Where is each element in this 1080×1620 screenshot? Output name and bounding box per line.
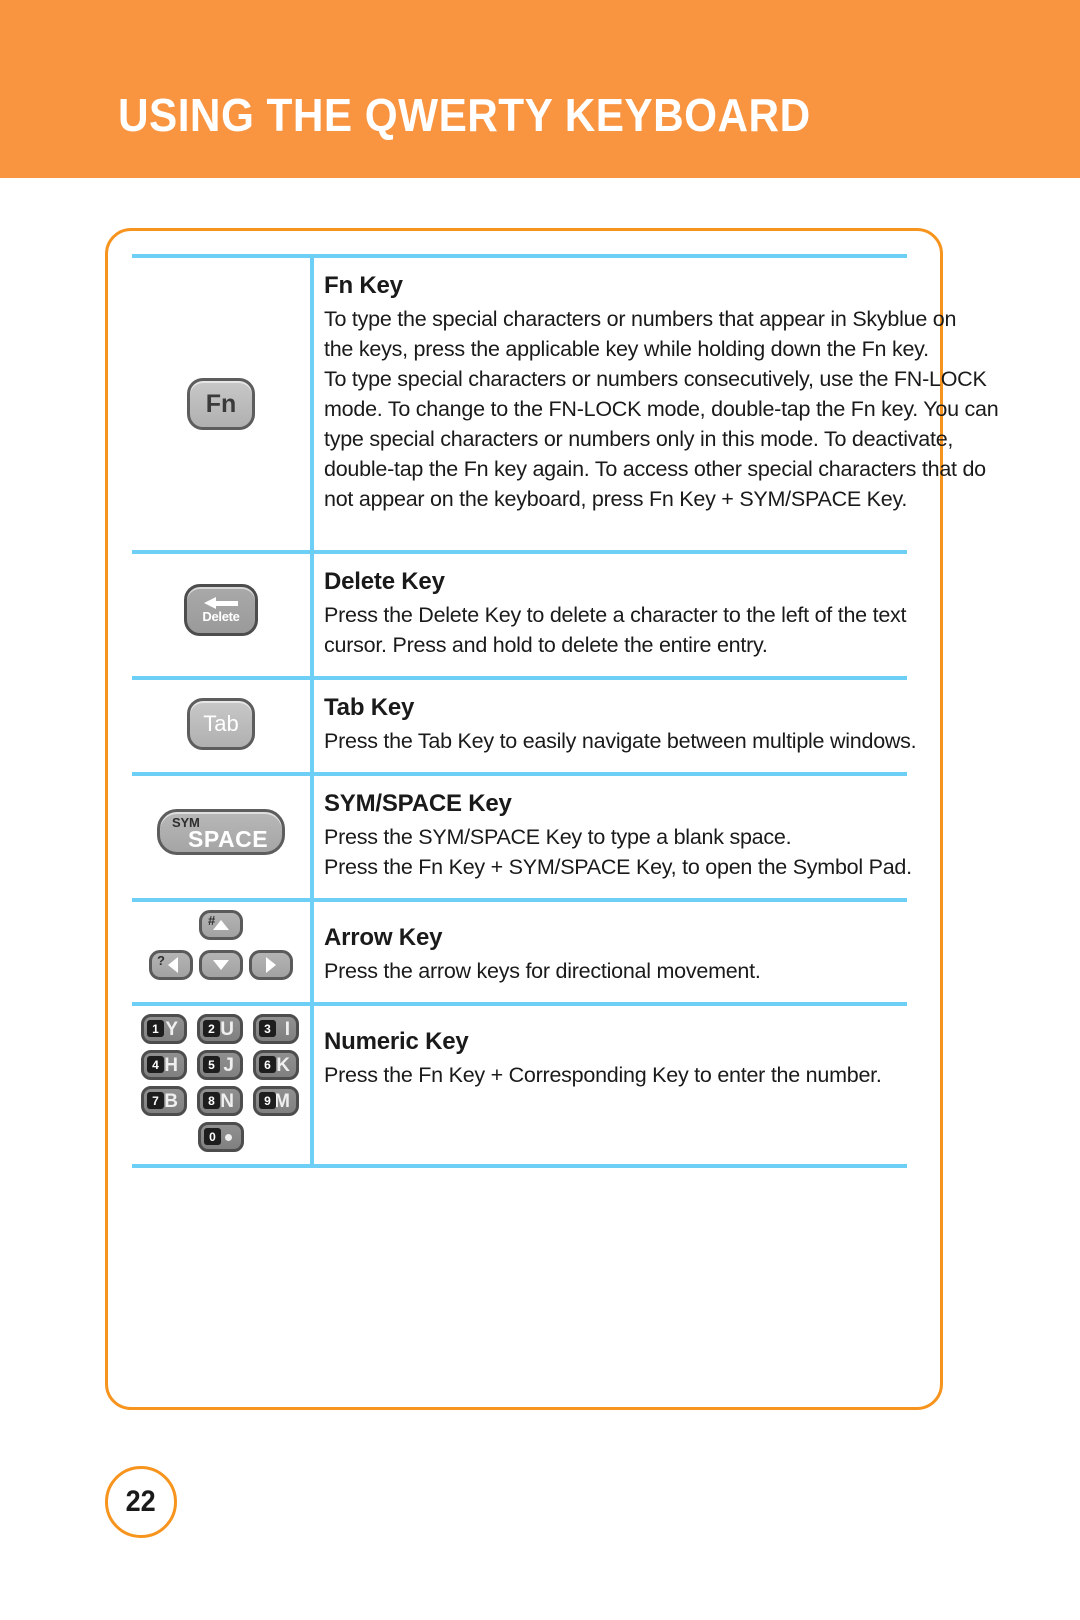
description-line: double-tap the Fn key again. To access o… [324, 457, 986, 481]
numeric-key-letter: J [223, 1054, 234, 1076]
description-line: the keys, press the applicable key while… [324, 337, 929, 361]
tab-key-icon: Tab [187, 698, 255, 750]
key-icon-cell-delete: Delete [132, 554, 310, 666]
description-line: type special characters or numbers only … [324, 427, 954, 451]
numeric-key-number: 8 [203, 1092, 220, 1109]
description-cell-numeric: Numeric Key Press the Fn Key + Correspon… [310, 1006, 907, 1106]
description-line: To type special characters or numbers co… [324, 367, 987, 391]
key-icon-cell-fn: Fn [132, 258, 310, 550]
numeric-key-number: 6 [259, 1056, 276, 1073]
page-number-value: 22 [125, 1485, 157, 1518]
numeric-key-letter: U [220, 1018, 234, 1040]
section-title-delete: Delete Key [324, 568, 445, 595]
key-icon-cell-numeric: 1 Y 2 U 3 I 4 H 5 J 6 K 7 B 8 N 9 M 0 [132, 1006, 310, 1164]
key-icon-cell-tab: Tab [132, 680, 310, 768]
arrow-right-key-icon [249, 950, 293, 980]
numeric-key: 5 J [197, 1050, 243, 1080]
space-label: SPACE [188, 826, 269, 852]
key-reference-table: Fn Fn Key To type the special characters… [132, 254, 999, 1168]
numeric-key: 7 B [141, 1086, 187, 1116]
numeric-key-letter: Y [165, 1018, 178, 1040]
triangle-left-icon [167, 957, 178, 973]
section-title-arrow: Arrow Key [324, 924, 443, 951]
table-row: Tab Tab Key Press the Tab Key to easily … [132, 676, 917, 772]
triangle-down-icon [213, 960, 229, 970]
numeric-key-number: 0 [204, 1128, 221, 1145]
numeric-key-letter: B [164, 1090, 178, 1112]
page-header-banner: USING THE QWERTY KEYBOARD [0, 0, 1080, 178]
description-line: Press the SYM/SPACE Key to type a blank … [324, 825, 792, 849]
period-dot-icon [225, 1133, 232, 1141]
numpad-row: 7 B 8 N 9 M [141, 1086, 301, 1116]
numeric-key: 9 M [253, 1086, 299, 1116]
description-line: Press the Tab Key to easily navigate bet… [324, 729, 917, 753]
numeric-key-number: 2 [203, 1020, 220, 1037]
key-icon-cell-sym-space: SYM SPACE [132, 776, 310, 888]
numeric-key-zero: 0 [198, 1122, 244, 1152]
section-title-fn: Fn Key [324, 272, 403, 299]
numeric-key-number: 4 [147, 1056, 164, 1073]
numeric-key: 2 U [197, 1014, 243, 1044]
description-cell-tab: Tab Key Press the Tab Key to easily navi… [310, 680, 917, 772]
description-line: Press the Fn Key + Corresponding Key to … [324, 1063, 882, 1087]
tab-key-label: Tab [203, 711, 239, 736]
table-row: # ? Arrow Key Press the arrow keys for d… [132, 898, 907, 1002]
numeric-key-number: 1 [147, 1020, 164, 1037]
numeric-key-letter: N [220, 1090, 234, 1112]
numeric-key: 1 Y [141, 1014, 187, 1044]
triangle-right-icon [266, 957, 276, 973]
numeric-key-letter: M [274, 1090, 290, 1112]
description-cell-fn: Fn Key To type the special characters or… [310, 258, 999, 530]
sym-space-key-icon: SYM SPACE [157, 809, 285, 855]
numpad-row: 0 [141, 1122, 301, 1152]
description-cell-delete: Delete Key Press the Delete Key to delet… [310, 554, 907, 676]
page-number-badge: 22 [105, 1466, 177, 1538]
triangle-up-icon [213, 920, 229, 930]
arrow-down-key-icon [199, 950, 243, 980]
table-row: Delete Delete Key Press the Delete Key t… [132, 550, 907, 676]
section-title-numeric: Numeric Key [324, 1028, 469, 1055]
description-line: Press the Fn Key + SYM/SPACE Key, to ope… [324, 855, 912, 879]
numeric-key: 8 N [197, 1086, 243, 1116]
key-icon-cell-arrow: # ? [132, 902, 310, 1002]
numpad-row: 1 Y 2 U 3 I [141, 1014, 301, 1044]
description-line: cursor. Press and hold to delete the ent… [324, 633, 768, 657]
question-alt-label: ? [157, 953, 165, 968]
numeric-key: 4 H [141, 1050, 187, 1080]
section-title-sym-space: SYM/SPACE Key [324, 790, 512, 817]
numeric-key: 3 I [253, 1014, 299, 1044]
numeric-key-number: 3 [259, 1020, 276, 1037]
description-cell-arrow: Arrow Key Press the arrow keys for direc… [310, 902, 907, 1002]
numeric-keypad-icon: 1 Y 2 U 3 I 4 H 5 J 6 K 7 B 8 N 9 M 0 [141, 1014, 301, 1164]
numeric-key-number: 7 [147, 1092, 164, 1109]
table-row: 1 Y 2 U 3 I 4 H 5 J 6 K 7 B 8 N 9 M 0 Nu… [132, 1002, 907, 1168]
numeric-key-letter: I [284, 1018, 290, 1040]
arrow-up-key-icon: # [199, 910, 243, 940]
numeric-key: 6 K [253, 1050, 299, 1080]
table-row: SYM SPACE SYM/SPACE Key Press the SYM/SP… [132, 772, 912, 898]
arrow-key-cluster-icon: # ? [141, 910, 301, 996]
description-line: not appear on the keyboard, press Fn Key… [324, 487, 908, 511]
section-title-tab: Tab Key [324, 694, 415, 721]
description-line: Press the Delete Key to delete a charact… [324, 603, 907, 627]
numeric-key-number: 5 [203, 1056, 220, 1073]
table-row: Fn Fn Key To type the special characters… [132, 254, 999, 550]
description-cell-sym-space: SYM/SPACE Key Press the SYM/SPACE Key to… [310, 776, 912, 898]
description-line: mode. To change to the FN-LOCK mode, dou… [324, 397, 999, 421]
numeric-key-letter: H [164, 1054, 178, 1076]
left-arrow-icon [204, 597, 238, 609]
fn-key-icon: Fn [187, 378, 255, 430]
fn-key-label: Fn [205, 389, 237, 418]
numeric-key-number: 9 [259, 1092, 276, 1109]
numeric-key-letter: K [276, 1054, 290, 1076]
delete-key-label: Delete [202, 609, 240, 624]
arrow-left-key-icon: ? [149, 950, 193, 980]
page-title: USING THE QWERTY KEYBOARD [118, 89, 811, 141]
description-line: To type the special characters or number… [324, 307, 957, 331]
description-line: Press the arrow keys for directional mov… [324, 959, 761, 983]
numpad-row: 4 H 5 J 6 K [141, 1050, 301, 1080]
delete-key-icon: Delete [184, 584, 258, 636]
